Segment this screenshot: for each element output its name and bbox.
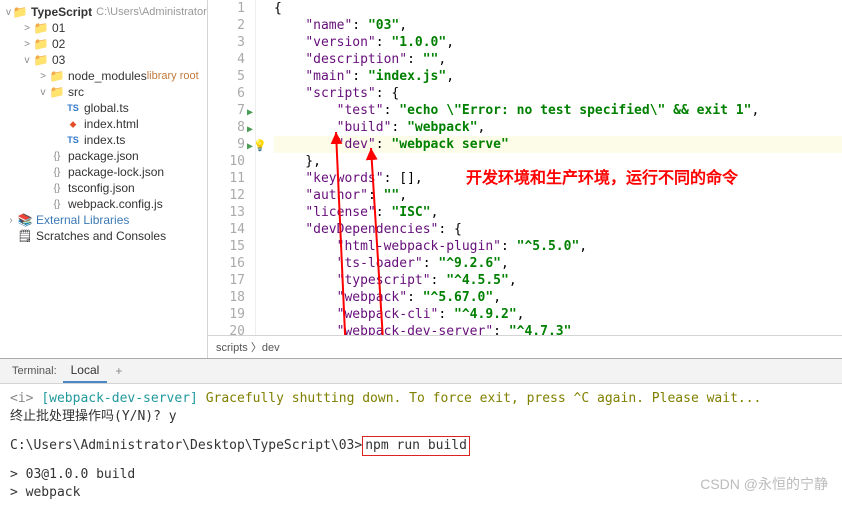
code-line[interactable]: "dev": "webpack serve" xyxy=(274,136,842,153)
typescript-icon: TS xyxy=(66,101,80,115)
code-line[interactable]: "html-webpack-plugin": "^5.5.0", xyxy=(274,238,842,255)
watermark: CSDN @永恒的宁静 xyxy=(700,474,828,494)
tree-item[interactable]: {} tsconfig.json xyxy=(0,180,207,196)
html-icon: ⬥ xyxy=(66,117,80,131)
code-line[interactable]: "version": "1.0.0", xyxy=(274,34,842,51)
tree-item-label: tsconfig.json xyxy=(68,181,135,195)
code-editor[interactable]: 1234567▶8▶9▶💡1011121314151617181920 开发环境… xyxy=(208,0,842,358)
tree-item[interactable]: >📁 01 xyxy=(0,20,207,36)
chevron-right-icon: > xyxy=(38,71,48,82)
tree-item[interactable]: >📁 02 xyxy=(0,36,207,52)
code-line[interactable]: { xyxy=(274,0,842,17)
terminal-tab-local[interactable]: Local xyxy=(63,359,108,383)
json-icon: {} xyxy=(50,165,64,179)
tree-item[interactable]: {} package-lock.json xyxy=(0,164,207,180)
library-icon: 📚 xyxy=(18,213,32,227)
typescript-icon: TS xyxy=(66,133,80,147)
terminal-label: Terminal: xyxy=(6,363,63,379)
tree-item-label: index.ts xyxy=(84,133,125,147)
tree-item-label: webpack.config.js xyxy=(68,197,163,211)
code-line[interactable]: "scripts": { xyxy=(274,85,842,102)
chevron-right-icon: > xyxy=(22,23,32,34)
scratches[interactable]: 🗒 Scratches and Consoles xyxy=(0,228,207,244)
json-icon: {} xyxy=(50,197,64,211)
json-icon: {} xyxy=(50,149,64,163)
tree-item[interactable]: v📁 03 xyxy=(0,52,207,68)
folder-icon: 📁 xyxy=(34,37,48,51)
tree-item-label: node_modules xyxy=(68,69,147,83)
breadcrumb[interactable]: scripts 〉dev xyxy=(208,335,842,358)
chevron-right-icon: > xyxy=(22,39,32,50)
chevron-down-icon: v xyxy=(22,55,32,66)
project-tree[interactable]: v 📁 TypeScript C:\Users\Administrator\De… xyxy=(0,0,208,358)
code-line[interactable]: "typescript": "^4.5.5", xyxy=(274,272,842,289)
code-line[interactable]: "devDependencies": { xyxy=(274,221,842,238)
project-root[interactable]: v 📁 TypeScript C:\Users\Administrator\De… xyxy=(0,4,207,20)
code-line[interactable]: "build": "webpack", xyxy=(274,119,842,136)
code-line[interactable]: "license": "ISC", xyxy=(274,204,842,221)
json-icon: {} xyxy=(50,181,64,195)
command-highlight: npm run build xyxy=(362,436,470,456)
code-line[interactable]: "webpack-dev-server": "^4.7.3" xyxy=(274,323,842,335)
run-gutter-icon[interactable]: ▶ xyxy=(247,138,253,155)
library-hint: library root xyxy=(147,70,199,82)
tree-item-label: 02 xyxy=(52,37,65,51)
tree-item[interactable]: >📁 node_modules library root xyxy=(0,68,207,84)
scratch-icon: 🗒 xyxy=(18,229,32,243)
chevron-down-icon: v xyxy=(38,87,48,98)
tree-item-label: index.html xyxy=(84,117,139,131)
code-line[interactable]: "main": "index.js", xyxy=(274,68,842,85)
code-line[interactable]: "name": "03", xyxy=(274,17,842,34)
tree-item[interactable]: v📁 src xyxy=(0,84,207,100)
tree-item-label: src xyxy=(68,85,84,99)
project-path: C:\Users\Administrator\Desktop\Ty xyxy=(96,6,208,18)
code-line[interactable]: "test": "echo \"Error: no test specified… xyxy=(274,102,842,119)
folder-icon: 📁 xyxy=(50,85,64,99)
tree-item[interactable]: TS global.ts xyxy=(0,100,207,116)
tree-item-label: 01 xyxy=(52,21,65,35)
tree-item[interactable]: {} package.json xyxy=(0,148,207,164)
folder-icon: 📁 xyxy=(34,21,48,35)
tree-item[interactable]: ⬥ index.html xyxy=(0,116,207,132)
tree-item-label: package.json xyxy=(68,149,139,163)
external-libraries[interactable]: › 📚 External Libraries xyxy=(0,212,207,228)
tree-item-label: 03 xyxy=(52,53,65,67)
folder-icon: 📁 xyxy=(50,69,64,83)
line-gutter: 1234567▶8▶9▶💡1011121314151617181920 xyxy=(208,0,256,335)
tree-item-label: global.ts xyxy=(84,101,129,115)
code-line[interactable]: "ts-loader": "^9.2.6", xyxy=(274,255,842,272)
run-gutter-icon[interactable]: ▶ xyxy=(247,104,253,121)
project-name: TypeScript xyxy=(31,5,92,19)
tree-item[interactable]: {} webpack.config.js xyxy=(0,196,207,212)
code-line[interactable]: "webpack-cli": "^4.9.2", xyxy=(274,306,842,323)
code-line[interactable]: "description": "", xyxy=(274,51,842,68)
chevron-down-icon: v xyxy=(6,7,11,18)
tree-item-label: package-lock.json xyxy=(68,165,164,179)
code-line[interactable]: "author": "", xyxy=(274,187,842,204)
run-gutter-icon[interactable]: ▶ xyxy=(247,121,253,138)
annotation-text: 开发环境和生产环境，运行不同的命令 xyxy=(466,164,738,188)
code-area[interactable]: 开发环境和生产环境，运行不同的命令 { "name": "03", "versi… xyxy=(256,0,842,335)
tree-item[interactable]: TS index.ts xyxy=(0,132,207,148)
folder-icon: 📁 xyxy=(34,53,48,67)
add-terminal-button[interactable]: + xyxy=(107,360,130,382)
folder-icon: 📁 xyxy=(13,5,27,19)
code-line[interactable]: "webpack": "^5.67.0", xyxy=(274,289,842,306)
